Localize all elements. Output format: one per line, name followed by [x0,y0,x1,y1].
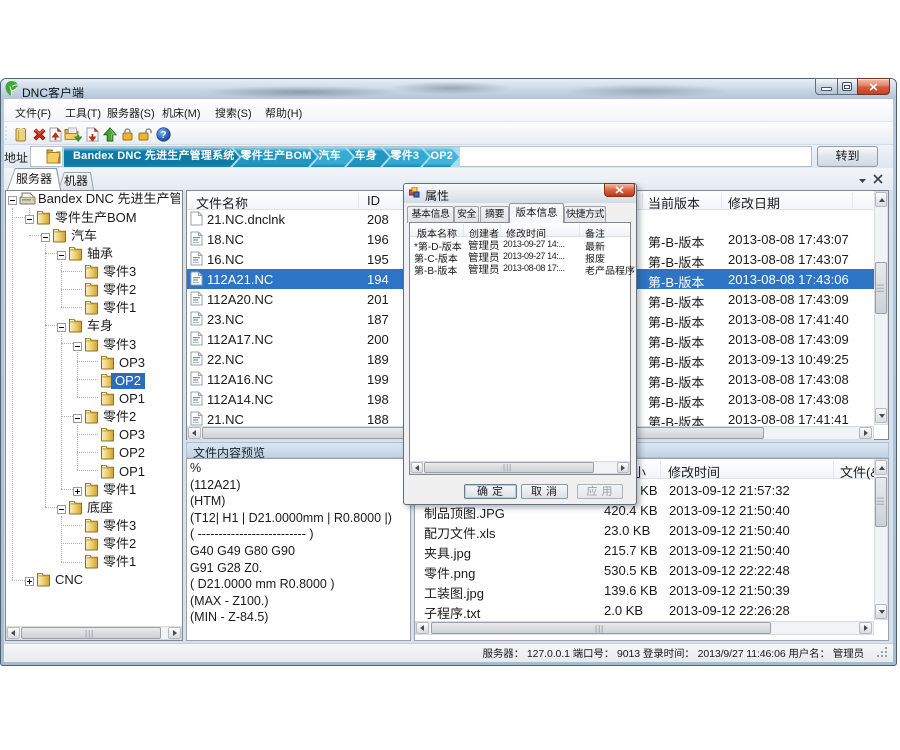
svg-text:?: ? [160,129,166,141]
